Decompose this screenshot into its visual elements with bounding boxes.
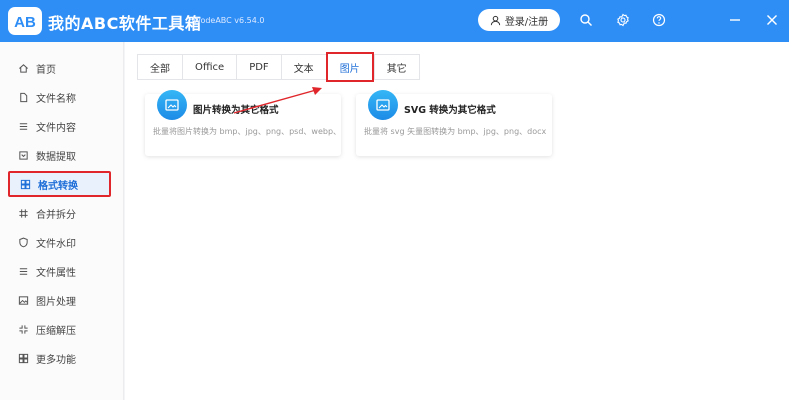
sidebar-item-label: 文件内容 <box>36 122 76 134</box>
tab-office[interactable]: Office <box>182 54 237 80</box>
tab-all[interactable]: 全部 <box>137 54 182 80</box>
sidebar-item-label: 合并拆分 <box>36 209 76 221</box>
svg-convert-card[interactable]: SVG 转换为其它格式 批量将 svg 矢量图转换为 bmp、jpg、png、d… <box>356 90 552 156</box>
sidebar-item-file-content[interactable]: 文件内容 <box>8 113 111 139</box>
extract-icon <box>18 150 29 161</box>
sidebar-item-label: 格式转换 <box>38 180 78 192</box>
logo-text: AB <box>14 14 36 31</box>
file-icon <box>18 92 29 103</box>
shield-icon <box>18 237 29 248</box>
minimize-icon[interactable] <box>727 12 743 28</box>
login-button[interactable]: 登录/注册 <box>478 9 560 31</box>
title-bar: AB 我的ABC软件工具箱 WodeABC v6.54.0 登录/注册 <box>0 0 789 42</box>
sidebar-item-label: 压缩解压 <box>36 325 76 337</box>
help-icon[interactable] <box>651 12 667 28</box>
category-tabs: 全部 Office PDF 文本 图片 其它 <box>137 52 420 82</box>
gear-icon[interactable] <box>615 12 631 28</box>
sidebar-item-home[interactable]: 首页 <box>8 55 111 81</box>
tab-pdf[interactable]: PDF <box>236 54 281 80</box>
hash-icon <box>18 208 29 219</box>
sidebar-item-merge-split[interactable]: 合并拆分 <box>8 200 111 226</box>
sidebar-item-more[interactable]: 更多功能 <box>8 345 111 371</box>
sidebar-item-label: 文件属性 <box>36 267 76 279</box>
annotation-arrow <box>233 87 322 114</box>
sidebar-item-label: 图片处理 <box>36 296 76 308</box>
grid-icon <box>20 179 31 190</box>
list-icon <box>18 121 29 132</box>
sidebar-item-watermark[interactable]: 文件水印 <box>8 229 111 255</box>
sidebar-item-format-convert[interactable]: 格式转换 <box>8 171 111 197</box>
close-icon[interactable] <box>764 12 780 28</box>
compress-icon <box>18 324 29 335</box>
tab-image[interactable]: 图片 <box>325 52 374 82</box>
tab-text[interactable]: 文本 <box>280 54 326 80</box>
user-icon <box>490 15 500 25</box>
sidebar-item-file-attributes[interactable]: 文件属性 <box>8 258 111 284</box>
app-title: 我的ABC软件工具箱 <box>48 14 202 33</box>
home-icon <box>18 63 29 74</box>
svg-convert-icon <box>368 90 398 120</box>
card-description: 批量将图片转换为 bmp、jpg、png、psd、webp、 <box>153 127 337 136</box>
app-version: WodeABC v6.54.0 <box>193 16 265 25</box>
list-icon <box>18 266 29 277</box>
sidebar-item-data-extract[interactable]: 数据提取 <box>8 142 111 168</box>
search-icon[interactable] <box>578 12 594 28</box>
sidebar-item-image-processing[interactable]: 图片处理 <box>8 287 111 313</box>
sidebar-item-label: 文件水印 <box>36 238 76 250</box>
card-title: SVG 转换为其它格式 <box>404 105 496 116</box>
sidebar-item-compress[interactable]: 压缩解压 <box>8 316 111 342</box>
image-icon <box>18 295 29 306</box>
sidebar: 首页 文件名称 文件内容 数据提取 格式转换 合并拆分 文件水印 文件属性 图片… <box>0 42 124 400</box>
image-convert-icon <box>157 90 187 120</box>
sidebar-item-label: 数据提取 <box>36 151 76 163</box>
app-logo: AB <box>8 7 42 35</box>
card-description: 批量将 svg 矢量图转换为 bmp、jpg、png、docx <box>364 127 547 136</box>
sidebar-item-file-name[interactable]: 文件名称 <box>8 84 111 110</box>
main-panel: 全部 Office PDF 文本 图片 其它 图片转换为其它格式 批量将图片转换… <box>125 42 789 400</box>
sidebar-item-label: 首页 <box>36 64 56 76</box>
sidebar-item-label: 更多功能 <box>36 354 76 366</box>
sidebar-item-label: 文件名称 <box>36 93 76 105</box>
grid-icon <box>18 353 29 364</box>
login-label: 登录/注册 <box>504 16 549 28</box>
tab-other[interactable]: 其它 <box>373 54 420 80</box>
